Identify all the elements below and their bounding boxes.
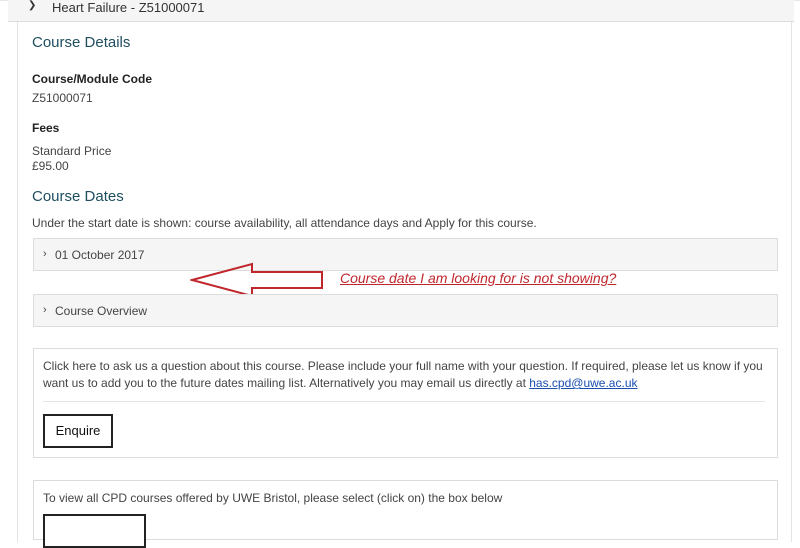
enquire-box: Click here to ask us a question about th… <box>33 348 778 458</box>
panel-header[interactable]: ❯ Heart Failure - Z51000071 <box>8 0 794 22</box>
email-link[interactable]: has.cpd@uwe.ac.uk <box>529 376 637 390</box>
course-overview-label: Course Overview <box>55 304 148 318</box>
fees-label: Fees <box>32 121 60 135</box>
enquire-text: Click here to ask us a question about th… <box>43 358 763 392</box>
enquire-button[interactable]: Enquire <box>43 414 113 448</box>
cpd-text: To view all CPD courses offered by UWE B… <box>43 491 503 505</box>
course-date-label: 01 October 2017 <box>55 248 145 262</box>
course-code-label: Course/Module Code <box>32 72 153 86</box>
annotation-text: Course date I am looking for is not show… <box>340 270 617 286</box>
course-code-value: Z51000071 <box>32 91 93 105</box>
arrow-icon <box>190 262 323 298</box>
chevron-down-icon: ❯ <box>28 0 37 11</box>
standard-price-label: Standard Price <box>32 144 112 158</box>
chevron-right-icon: › <box>43 304 47 316</box>
view-cpd-courses-button[interactable] <box>43 514 146 548</box>
enquire-description: Click here to ask us a question about th… <box>43 359 763 390</box>
course-dates-intro: Under the start date is shown: course av… <box>32 216 537 230</box>
accordion-course-date[interactable]: › 01 October 2017 <box>33 238 778 271</box>
chevron-right-icon: › <box>43 248 47 260</box>
cpd-box: To view all CPD courses offered by UWE B… <box>33 480 778 548</box>
course-dates-heading: Course Dates <box>32 188 124 205</box>
standard-price-value: £95.00 <box>32 159 69 173</box>
course-details-heading: Course Details <box>32 34 131 51</box>
enquire-divider <box>43 401 765 402</box>
panel-title: Heart Failure - Z51000071 <box>52 0 205 15</box>
accordion-course-overview[interactable]: › Course Overview <box>33 294 778 327</box>
